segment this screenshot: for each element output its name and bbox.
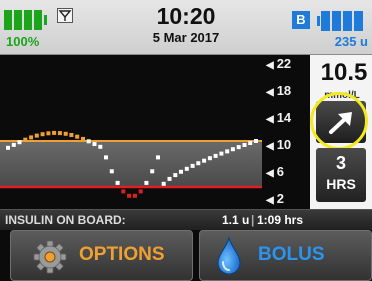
cgm-reading-dot (236, 145, 241, 150)
cgm-reading-dot (132, 193, 137, 198)
cgm-reading-dot (109, 169, 114, 174)
current-bg-value: 10.5 (320, 59, 368, 86)
cgm-reading-dot (254, 139, 258, 143)
cgm-reading-dot (202, 158, 207, 163)
cgm-reading-dot (34, 133, 39, 138)
current-bg-unit: mmol/L (324, 90, 360, 101)
cgm-reading-dot (75, 134, 80, 139)
cgm-reading-dot (138, 189, 143, 194)
cgm-reading-dot (150, 169, 155, 174)
insulin-drop-icon (217, 236, 241, 275)
cgm-reading-dot (86, 139, 91, 144)
cgm-reading-dot (92, 142, 97, 146)
cgm-reading-dot (225, 149, 230, 154)
cgm-reading-dot (98, 144, 103, 149)
time-range-value: 3 (335, 153, 346, 173)
time-range-unit: HRS (326, 176, 356, 192)
pump-home-screen: 100% 10:20 5 Mar 2017 B 235 u ◀ 22 ◀ 18 … (0, 0, 372, 281)
cgm-reading-dot (23, 137, 28, 142)
cgm-reading-dot (242, 143, 247, 147)
status-bar: 100% 10:20 5 Mar 2017 B 235 u (0, 0, 372, 55)
bolus-label: BOLUS (258, 244, 325, 265)
y-tick: ◀ 6 (266, 164, 284, 179)
cgm-reading-dot (207, 156, 212, 161)
battery-level-label: 100% (6, 34, 40, 49)
iob-amount: 1.1 u (222, 213, 250, 227)
cgm-reading-dot (219, 151, 224, 156)
cgm-reading-dot (40, 132, 45, 137)
gear-icon (33, 240, 67, 274)
cgm-reading-dot (69, 133, 74, 137)
cgm-reading-dot (156, 155, 160, 160)
cgm-reading-dot (161, 181, 166, 186)
antenna-icon (57, 8, 73, 23)
y-tick: ◀ 14 (266, 110, 292, 125)
cgm-trend-graph (0, 55, 262, 209)
arrow-up-right-icon (329, 112, 352, 134)
iob-label: INSULIN ON BOARD: (5, 213, 126, 227)
cgm-reading-dot (184, 166, 189, 171)
cgm-reading-dot (121, 189, 126, 194)
y-tick: ◀ 18 (266, 83, 292, 98)
cgm-reading-dot (179, 169, 183, 174)
cgm-reading-dot (190, 163, 195, 168)
cgm-reading-dot (144, 180, 149, 185)
options-label: OPTIONS (79, 244, 165, 265)
bluetooth-badge: B (292, 11, 310, 29)
cgm-reading-dot (29, 135, 34, 140)
reservoir-units-label: 235 u (334, 34, 368, 49)
clock-date: 5 Mar 2017 (152, 30, 220, 45)
cgm-reading-dot (248, 141, 253, 145)
cgm-reading-dot (104, 155, 108, 160)
insulin-on-board-bar: INSULIN ON BOARD: 1.1 u | 1:09 hrs (0, 209, 372, 230)
y-tick: ◀ 22 (266, 56, 292, 71)
cgm-reading-dot (213, 153, 218, 158)
cgm-reading-dot (81, 136, 85, 141)
battery-icon (4, 9, 48, 31)
cgm-reading-dot (173, 173, 178, 178)
cgm-reading-dot (52, 130, 57, 135)
iob-duration: 1:09 hrs (257, 213, 304, 227)
cgm-reading-dot (115, 180, 120, 185)
time-range-button[interactable]: 3 HRS (316, 148, 366, 202)
options-button[interactable]: OPTIONS (10, 230, 193, 281)
cgm-reading-dot (63, 131, 68, 136)
cgm-reading-dot (196, 161, 201, 166)
cgm-reading-dot (167, 176, 172, 181)
y-axis: ◀ 22 ◀ 18 ◀ 14 ◀ 10 ◀ 6 ◀ 2 (262, 55, 310, 209)
cgm-reading-dot (57, 131, 62, 136)
cgm-reading-dot (230, 147, 235, 152)
cgm-reading-dot (127, 193, 132, 198)
y-tick: ◀ 2 (266, 191, 284, 206)
y-tick: ◀ 10 (266, 137, 292, 152)
reservoir-icon (317, 10, 369, 32)
iob-separator: | (251, 213, 255, 227)
clock-time: 10:20 (156, 3, 216, 29)
target-range-band (0, 141, 262, 187)
trend-arrow-button[interactable] (316, 101, 366, 143)
cgm-reading-dot (6, 145, 10, 150)
cgm-reading-dot (11, 142, 16, 147)
cgm-reading-dot (46, 131, 51, 136)
bolus-button[interactable]: BOLUS (199, 230, 372, 281)
cgm-reading-dot (17, 140, 22, 145)
